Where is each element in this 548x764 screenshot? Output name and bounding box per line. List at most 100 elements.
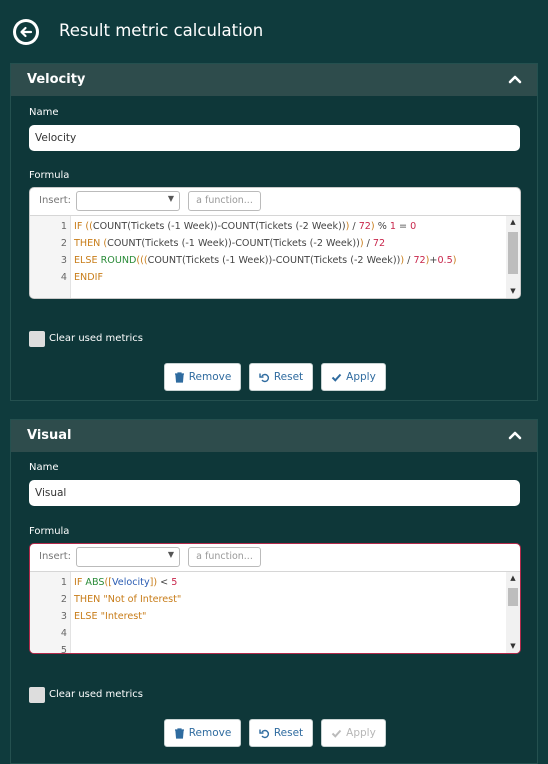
scroll-thumb[interactable] xyxy=(508,232,518,274)
panel-header[interactable]: Velocity xyxy=(11,64,537,96)
code-token: = xyxy=(395,221,411,232)
scroll-up-icon[interactable]: ▲ xyxy=(506,574,520,582)
formula-editor[interactable]: Insert: ▼ a function... 1234 IF ((COUNT(… xyxy=(29,187,521,299)
code-token: (( xyxy=(85,221,93,232)
code-token: 72 xyxy=(358,221,371,232)
formula-label: Formula xyxy=(29,526,70,537)
code-token: / xyxy=(349,221,359,232)
panel-title: Visual xyxy=(27,428,72,443)
code-token: 5 xyxy=(171,577,178,588)
code-line[interactable]: THEN "Not of Interest" xyxy=(74,591,181,608)
code-line[interactable]: ELSE "Interest" xyxy=(74,608,181,625)
metric-panel-visual: Visual Name Formula Insert: ▼ a function… xyxy=(10,419,538,764)
code-token: THEN xyxy=(74,238,104,249)
code-line[interactable]: IF ((COUNT(Tickets (-1 Week))-COUNT(Tick… xyxy=(74,218,456,235)
code-line[interactable]: ELSE ROUND(((COUNT(Tickets (-1 Week))-CO… xyxy=(74,252,456,269)
line-number: 1 xyxy=(60,221,67,232)
reset-button[interactable]: Reset xyxy=(249,363,313,391)
apply-button[interactable]: Apply xyxy=(321,719,386,747)
scroll-down-icon[interactable]: ▼ xyxy=(506,642,520,650)
editor-toolbar: Insert: ▼ a function... xyxy=(30,188,520,216)
remove-button[interactable]: Remove xyxy=(164,719,241,747)
code-token: ELSE xyxy=(74,611,101,622)
code-token: 72 xyxy=(372,238,386,249)
undo-icon xyxy=(259,373,269,382)
code-token: 72 xyxy=(413,255,426,266)
code-token: < xyxy=(157,577,172,588)
back-button[interactable] xyxy=(13,19,39,45)
chevron-up-icon[interactable] xyxy=(508,430,522,440)
clear-checkbox[interactable] xyxy=(29,687,45,703)
insert-select[interactable]: ▼ xyxy=(76,191,180,211)
line-number: 3 xyxy=(60,611,67,622)
function-button[interactable]: a function... xyxy=(188,547,261,567)
panel-title: Velocity xyxy=(27,72,86,87)
code-token: THEN xyxy=(74,594,104,605)
code-line[interactable]: IF ABS([Velocity]) < 5 xyxy=(74,574,181,591)
scroll-up-icon[interactable]: ▲ xyxy=(506,218,520,226)
trash-icon xyxy=(174,371,184,383)
code-token: 0 xyxy=(410,221,417,232)
code-token: % xyxy=(374,221,390,232)
code-token: Velocity xyxy=(111,577,150,588)
code-token: ROUND xyxy=(100,255,137,266)
page-title: Result metric calculation xyxy=(59,21,264,40)
apply-button[interactable]: Apply xyxy=(321,363,386,391)
scrollbar[interactable]: ▲ ▼ xyxy=(506,572,520,653)
undo-icon xyxy=(259,729,269,738)
code-token: ((( xyxy=(136,255,148,266)
insert-label: Insert: xyxy=(39,195,72,206)
check-icon xyxy=(331,729,342,738)
line-number: 4 xyxy=(60,628,67,639)
name-input[interactable] xyxy=(29,480,520,506)
code-token: 0.5 xyxy=(437,255,453,266)
editor-toolbar: Insert: ▼ a function... xyxy=(30,544,520,572)
scroll-down-icon[interactable]: ▼ xyxy=(506,287,520,295)
arrow-left-circle-icon xyxy=(16,22,36,42)
code-line[interactable] xyxy=(74,642,181,653)
code-line[interactable]: ENDIF xyxy=(74,269,456,286)
line-number: 2 xyxy=(60,238,67,249)
remove-label: Remove xyxy=(188,727,232,739)
code-token: "Not of Interest" xyxy=(103,594,182,605)
line-number: 5 xyxy=(60,645,67,654)
check-icon xyxy=(331,373,342,382)
app-header: Result metric calculation xyxy=(0,0,548,62)
code-token: ELSE xyxy=(74,255,101,266)
reset-label: Reset xyxy=(273,727,304,739)
clear-checkbox[interactable] xyxy=(29,331,45,347)
code-token: COUNT(Tickets (-1 Week))-COUNT(Tickets (… xyxy=(92,221,346,232)
line-number: 1 xyxy=(60,577,67,588)
code-token: IF xyxy=(74,577,86,588)
line-number: 4 xyxy=(60,272,67,283)
code-token: ([ xyxy=(104,577,112,588)
scrollbar[interactable]: ▲ ▼ xyxy=(506,216,520,298)
caret-down-icon: ▼ xyxy=(167,194,174,203)
clear-label: Clear used metrics xyxy=(49,689,143,700)
line-number: 2 xyxy=(60,594,67,605)
apply-label: Apply xyxy=(346,727,376,739)
panel-header[interactable]: Visual xyxy=(11,420,537,452)
function-button[interactable]: a function... xyxy=(188,191,261,211)
reset-button[interactable]: Reset xyxy=(249,719,313,747)
metric-panel-velocity: Velocity Name Formula Insert: ▼ a functi… xyxy=(10,63,538,401)
reset-label: Reset xyxy=(273,371,304,383)
trash-icon xyxy=(174,727,184,739)
code-line[interactable] xyxy=(74,625,181,642)
remove-label: Remove xyxy=(188,371,232,383)
formula-label: Formula xyxy=(29,170,70,181)
formula-editor[interactable]: Insert: ▼ a function... 1 2 3 4 5 IF ABS([Ve… xyxy=(29,543,521,654)
code-token: COUNT(Tickets (-1 Week))-COUNT(Tickets (… xyxy=(147,255,401,266)
insert-select[interactable]: ▼ xyxy=(76,547,180,567)
apply-label: Apply xyxy=(346,371,376,383)
name-label: Name xyxy=(29,462,59,473)
clear-label: Clear used metrics xyxy=(49,333,143,344)
code-token: ) xyxy=(452,255,457,266)
remove-button[interactable]: Remove xyxy=(164,363,241,391)
caret-down-icon: ▼ xyxy=(167,550,174,559)
scroll-thumb[interactable] xyxy=(508,588,518,606)
chevron-up-icon[interactable] xyxy=(508,74,522,84)
line-gutter: 1 2 3 4 xyxy=(30,216,71,298)
code-line[interactable]: THEN (COUNT(Tickets (-1 Week))-COUNT(Tic… xyxy=(74,235,456,252)
name-input[interactable] xyxy=(29,125,520,151)
